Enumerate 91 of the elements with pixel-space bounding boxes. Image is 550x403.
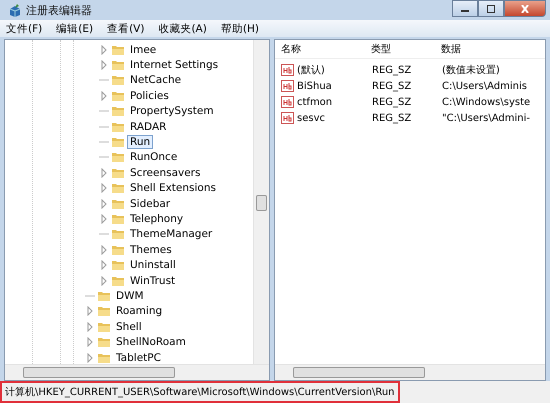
tree-item[interactable]: Internet Settings bbox=[127, 58, 222, 72]
folder-icon bbox=[97, 290, 111, 302]
tree-item[interactable]: TabletPC bbox=[113, 350, 164, 364]
column-header[interactable]: 名称 bbox=[275, 42, 371, 56]
expand-arrow-icon[interactable] bbox=[99, 214, 109, 224]
expand-arrow-icon[interactable] bbox=[99, 60, 109, 70]
tree-item[interactable]: Screensavers bbox=[127, 166, 204, 180]
table-cell-text: (数值未设置) bbox=[442, 64, 501, 77]
expand-arrow-icon[interactable] bbox=[85, 306, 95, 316]
table-cell-text: "C:\Users\Admini- bbox=[442, 112, 531, 124]
folder-icon bbox=[111, 44, 125, 56]
folder-icon bbox=[97, 305, 111, 318]
folder-icon bbox=[97, 336, 111, 348]
tree-item[interactable]: Sidebar bbox=[127, 196, 174, 211]
folder-icon bbox=[111, 244, 125, 256]
folder-icon bbox=[97, 320, 111, 333]
folder-icon bbox=[111, 74, 125, 86]
expand-arrow-icon[interactable] bbox=[99, 44, 109, 55]
tree-item[interactable]: Uninstall bbox=[127, 258, 179, 272]
folder-icon bbox=[111, 259, 125, 272]
expand-arrow-icon[interactable] bbox=[85, 322, 95, 332]
folder-icon bbox=[111, 182, 125, 194]
table-cell-text: (默认) bbox=[296, 64, 326, 77]
expand-arrow-icon[interactable] bbox=[99, 168, 109, 178]
tree-item[interactable]: Shell bbox=[113, 320, 145, 334]
menu-item[interactable]: 文件(F) bbox=[6, 22, 42, 36]
string-value-icon bbox=[281, 96, 294, 108]
table-cell-text: sesvc bbox=[296, 112, 326, 124]
tree-item[interactable]: DWM bbox=[113, 288, 147, 303]
folder-icon bbox=[111, 105, 125, 118]
string-value-icon bbox=[281, 80, 294, 92]
minimize-button[interactable] bbox=[452, 0, 478, 17]
folder-icon bbox=[111, 198, 125, 210]
folder-icon bbox=[111, 90, 125, 102]
maximize-button[interactable] bbox=[478, 0, 504, 17]
tree-item[interactable]: Roaming bbox=[113, 304, 166, 318]
tree-item[interactable]: RunOnce bbox=[127, 150, 180, 164]
table-cell-text: REG_SZ bbox=[372, 112, 412, 124]
folder-icon bbox=[111, 136, 125, 148]
folder-icon bbox=[111, 274, 125, 287]
table-cell-text: BiShua bbox=[296, 80, 333, 92]
expand-arrow-icon[interactable] bbox=[85, 352, 95, 362]
expand-arrow-icon[interactable] bbox=[99, 276, 109, 286]
tree-item[interactable]: NetCache bbox=[127, 73, 184, 88]
maximize-icon bbox=[486, 4, 496, 12]
menu-item[interactable]: 编辑(E) bbox=[56, 22, 94, 36]
folder-icon bbox=[111, 228, 125, 240]
string-value-icon bbox=[281, 112, 294, 124]
table-cell-text: REG_SZ bbox=[372, 80, 412, 92]
expand-arrow-icon[interactable] bbox=[99, 183, 109, 194]
tree-item[interactable]: ThemeManager bbox=[127, 227, 216, 242]
status-path: 计算机\HKEY_CURRENT_USER\Software\Microsoft\Windows\CurrentVersion\Run bbox=[0, 381, 400, 403]
close-icon bbox=[520, 4, 530, 12]
table-cell-text: REG_SZ bbox=[372, 64, 412, 76]
tree-item[interactable]: Telephony bbox=[127, 212, 186, 226]
folder-icon bbox=[97, 352, 111, 364]
menu-item[interactable]: 收藏夹(A) bbox=[158, 22, 207, 36]
expand-arrow-icon[interactable] bbox=[85, 337, 95, 348]
folder-icon bbox=[111, 151, 125, 164]
horizontal-scrollbar[interactable] bbox=[275, 364, 545, 380]
tree-item[interactable]: Policies bbox=[127, 88, 172, 103]
tree-item[interactable]: Themes bbox=[127, 242, 175, 257]
folder-icon bbox=[111, 59, 125, 72]
expand-arrow-icon[interactable] bbox=[99, 260, 109, 270]
tree-item[interactable]: Shell Extensions bbox=[127, 181, 219, 196]
tree-item[interactable]: Run bbox=[127, 135, 154, 150]
window-title: 注册表编辑器 bbox=[26, 2, 92, 18]
vertical-scrollbar[interactable] bbox=[253, 40, 269, 364]
expand-arrow-icon[interactable] bbox=[99, 244, 109, 255]
menu-item[interactable]: 查看(V) bbox=[107, 22, 144, 36]
table-cell-text: C:\Users\Adminis bbox=[442, 80, 528, 92]
tree-item[interactable]: ShellNoRoam bbox=[113, 335, 189, 350]
table-cell-text: C:\Windows\syste bbox=[442, 96, 532, 108]
column-header[interactable]: 类型 bbox=[371, 42, 441, 56]
horizontal-scrollbar[interactable] bbox=[5, 364, 269, 380]
expand-arrow-icon[interactable] bbox=[99, 198, 109, 209]
tree-item[interactable]: PropertySystem bbox=[127, 104, 217, 118]
table-cell-text: ctfmon bbox=[296, 96, 334, 108]
close-button[interactable] bbox=[504, 0, 546, 17]
column-header[interactable]: 数据 bbox=[441, 42, 545, 56]
tree-item[interactable]: RADAR bbox=[127, 120, 170, 134]
table-cell-text: REG_SZ bbox=[372, 96, 412, 108]
string-value-icon bbox=[281, 64, 294, 76]
folder-icon bbox=[111, 212, 125, 225]
menu-item[interactable]: 帮助(H) bbox=[220, 22, 259, 36]
folder-icon bbox=[111, 166, 125, 179]
cube-icon bbox=[8, 3, 22, 17]
tree-item[interactable]: WinTrust bbox=[127, 274, 178, 288]
folder-icon bbox=[111, 120, 125, 133]
expand-arrow-icon[interactable] bbox=[99, 90, 109, 101]
tree-item[interactable]: Imee bbox=[127, 42, 160, 57]
